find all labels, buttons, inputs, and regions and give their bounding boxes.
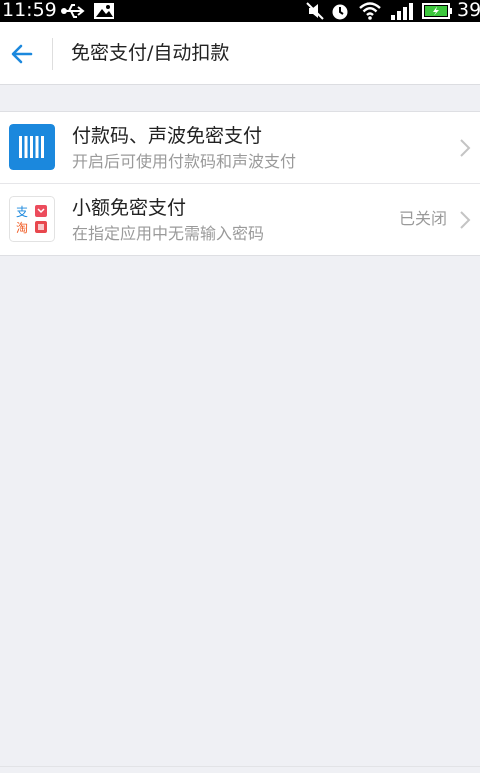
chevron-right-icon	[460, 211, 471, 229]
header-divider	[52, 38, 53, 70]
list-item-title: 小额免密支付	[72, 197, 187, 219]
usb-icon	[61, 4, 85, 18]
list-item-payment-code[interactable]: 付款码、声波免密支付 开启后可使用付款码和声波支付	[0, 112, 480, 183]
page-title: 免密支付/自动扣款	[71, 42, 230, 64]
list-item-title: 付款码、声波免密支付	[72, 125, 263, 147]
taobao-char: 淘	[16, 221, 28, 235]
mute-icon	[306, 2, 324, 20]
list-item-subtitle: 开启后可使用付款码和声波支付	[72, 152, 297, 171]
signal-icon	[391, 3, 413, 20]
image-icon	[94, 3, 114, 19]
battery-level: 39	[457, 0, 480, 21]
settings-list: 付款码、声波免密支付 开启后可使用付款码和声波支付 支 淘 小额免密支付 在指定…	[0, 111, 480, 256]
list-item-small-amount[interactable]: 支 淘 小额免密支付 在指定应用中无需输入密码 已关闭	[0, 183, 480, 255]
barcode-icon	[9, 124, 55, 170]
status-time: 11:59	[2, 0, 57, 21]
alipay-taobao-icon: 支 淘	[9, 196, 55, 242]
wifi-icon	[359, 2, 381, 20]
battery-icon	[422, 3, 452, 19]
status-bar: 11:59 39	[0, 0, 480, 22]
alipay-char: 支	[16, 205, 28, 219]
app-header: 免密支付/自动扣款	[0, 22, 480, 85]
list-item-subtitle: 在指定应用中无需输入密码	[72, 224, 265, 243]
bottom-divider	[0, 766, 480, 767]
alarm-icon	[332, 4, 348, 20]
back-arrow-icon[interactable]	[10, 42, 34, 66]
status-text: 已关闭	[398, 209, 447, 228]
chevron-right-icon	[460, 139, 471, 157]
